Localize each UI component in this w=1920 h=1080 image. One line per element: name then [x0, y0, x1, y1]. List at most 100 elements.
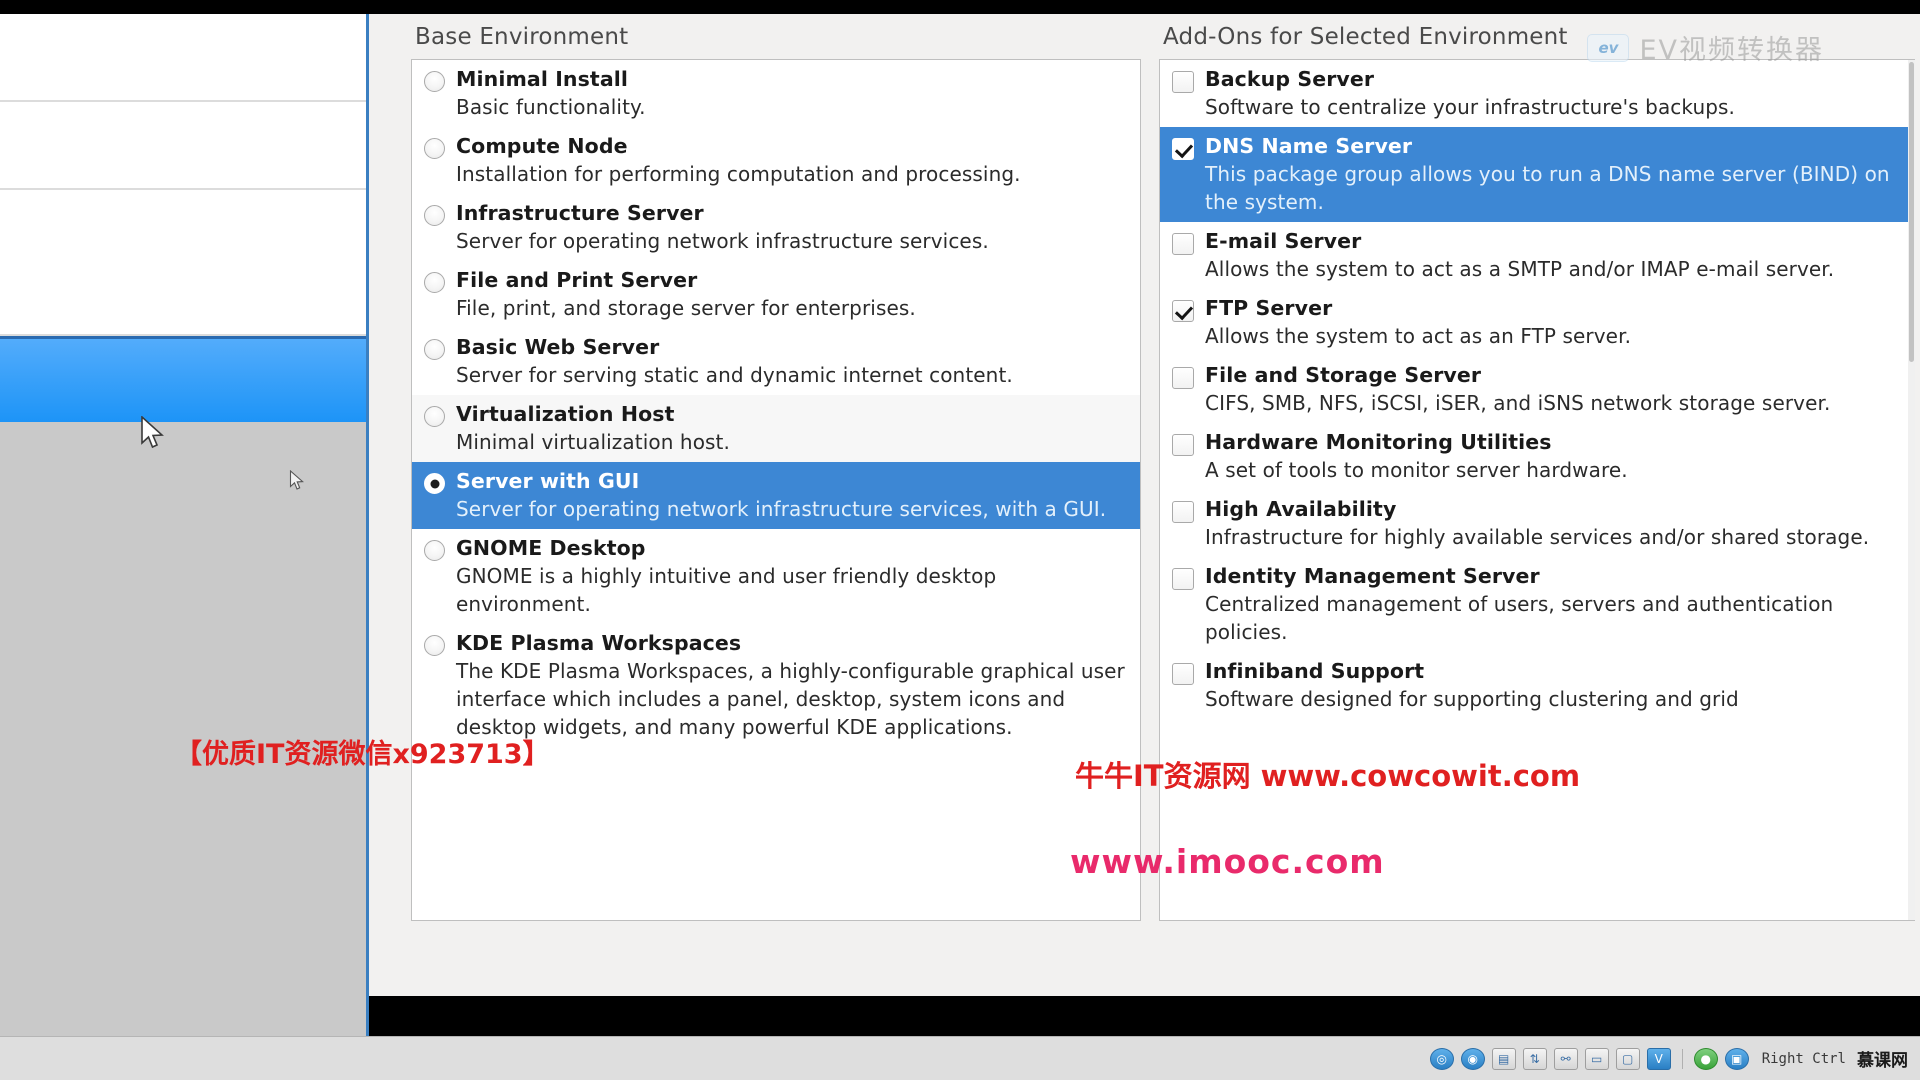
checkbox-icon[interactable] [1172, 501, 1194, 523]
list-item[interactable]: High Availability Infrastructure for hig… [1160, 490, 1915, 557]
list-item-desc: Installation for performing computation … [456, 162, 1021, 186]
radio-icon[interactable] [424, 71, 445, 92]
share-folder-icon[interactable]: ▭ [1584, 1047, 1609, 1070]
checkbox-icon[interactable] [1172, 663, 1194, 685]
list-item-title: DNS Name Server [1205, 134, 1413, 158]
base-environment-column: Base Environment Minimal Install Basic f… [369, 14, 1149, 944]
top-letterbox [0, 0, 1920, 14]
list-item[interactable]: File and Storage Server CIFS, SMB, NFS, … [1160, 356, 1915, 423]
checkbox-icon[interactable] [1172, 71, 1194, 93]
background-card-1 [0, 14, 366, 102]
list-item-title: Backup Server [1205, 67, 1375, 91]
background-card-3 [0, 190, 366, 336]
list-item-title: File and Print Server [456, 268, 698, 292]
list-item[interactable]: Infrastructure Server Server for operati… [412, 194, 1140, 261]
checkbox-icon-checked[interactable] [1172, 138, 1194, 160]
list-item-title: Infiniband Support [1205, 659, 1425, 683]
checkbox-icon[interactable] [1172, 434, 1194, 456]
background-selected-row[interactable] [0, 336, 366, 422]
list-item-desc: Server for operating network infrastruct… [456, 229, 989, 253]
addons-column: Add-Ons for Selected Environment Backup … [1149, 14, 1920, 944]
list-item-desc: Software to centralize your infrastructu… [1205, 95, 1736, 119]
list-item[interactable]: Backup Server Software to centralize you… [1160, 60, 1915, 127]
list-item-title: Identity Management Server [1205, 564, 1540, 588]
radio-icon[interactable] [424, 540, 445, 561]
list-item-title: Infrastructure Server [456, 201, 704, 225]
checkbox-icon[interactable] [1172, 367, 1194, 389]
addons-heading: Add-Ons for Selected Environment [1163, 24, 1568, 50]
list-item-desc: Server for serving static and dynamic in… [456, 363, 1013, 387]
base-environment-list[interactable]: Minimal Install Basic functionality. Com… [411, 59, 1141, 921]
list-item[interactable]: GNOME Desktop GNOME is a highly intuitiv… [412, 529, 1140, 624]
list-item[interactable]: FTP Server Allows the system to act as a… [1160, 289, 1915, 356]
radio-icon[interactable] [424, 339, 445, 360]
list-item-selected[interactable]: DNS Name Server This package group allow… [1160, 127, 1915, 222]
addons-scrollbar-thumb[interactable] [1909, 62, 1914, 362]
mouse-icon[interactable]: ● [1693, 1047, 1718, 1070]
list-item-title: High Availability [1205, 497, 1397, 521]
floppy-icon[interactable]: ▤ [1491, 1047, 1516, 1070]
list-item-desc: This package group allows you to run a D… [1205, 162, 1890, 214]
list-item-desc: Basic functionality. [456, 95, 646, 119]
list-item-title: GNOME Desktop [456, 536, 646, 560]
radio-icon[interactable] [424, 205, 445, 226]
list-item-title: Minimal Install [456, 67, 629, 91]
virtualbox-icon[interactable]: ▣ [1724, 1047, 1749, 1070]
background-window-left [0, 14, 366, 1072]
background-card-2 [0, 102, 366, 190]
list-item-desc: Server for operating network infrastruct… [456, 497, 1107, 521]
list-item-desc: Software designed for supporting cluster… [1205, 687, 1739, 711]
virtualbox-status-bar: ◎ ◉ ▤ ⇅ ⚯ ▭ ▢ V ● ▣ Right Ctrl 慕课网 [0, 1036, 1920, 1080]
addons-list[interactable]: Backup Server Software to centralize you… [1159, 59, 1915, 921]
list-item-title: Compute Node [456, 134, 628, 158]
list-item-desc: Infrastructure for highly available serv… [1205, 525, 1870, 549]
selection-columns: Base Environment Minimal Install Basic f… [369, 14, 1920, 944]
checkbox-icon[interactable] [1172, 233, 1194, 255]
checkbox-icon[interactable] [1172, 568, 1194, 590]
list-item-title: File and Storage Server [1205, 363, 1482, 387]
list-item-desc: Centralized management of users, servers… [1205, 592, 1834, 644]
radio-icon[interactable] [424, 635, 445, 656]
checkbox-icon-checked[interactable] [1172, 300, 1194, 322]
list-item-desc: GNOME is a highly intuitive and user fri… [456, 564, 997, 616]
network-icon[interactable]: ⇅ [1522, 1047, 1547, 1070]
list-item-title: KDE Plasma Workspaces [456, 631, 742, 655]
list-item-desc: Allows the system to act as an FTP serve… [1205, 324, 1632, 348]
list-item-title: Hardware Monitoring Utilities [1205, 430, 1552, 454]
list-item[interactable]: Hardware Monitoring Utilities A set of t… [1160, 423, 1915, 490]
list-item-selected[interactable]: Server with GUI Server for operating net… [412, 462, 1140, 529]
radio-icon[interactable] [424, 272, 445, 293]
list-item[interactable]: Infiniband Support Software designed for… [1160, 652, 1915, 719]
optical-disk-icon[interactable]: ◉ [1460, 1047, 1485, 1070]
imooc-cn-label: 慕课网 [1857, 1051, 1908, 1071]
radio-icon[interactable] [424, 138, 445, 159]
list-item-desc: CIFS, SMB, NFS, iSCSI, iSER, and iSNS ne… [1205, 391, 1831, 415]
display-icon[interactable]: ▢ [1615, 1047, 1640, 1070]
disk-icon[interactable]: ◎ [1429, 1047, 1454, 1070]
list-item[interactable]: Compute Node Installation for performing… [412, 127, 1140, 194]
list-item[interactable]: KDE Plasma Workspaces The KDE Plasma Wor… [412, 624, 1140, 747]
list-item-title: E-mail Server [1205, 229, 1362, 253]
list-item[interactable]: File and Print Server File, print, and s… [412, 261, 1140, 328]
list-item-desc: File, print, and storage server for ente… [456, 296, 916, 320]
list-item[interactable]: Minimal Install Basic functionality. [412, 60, 1140, 127]
addons-scrollbar[interactable] [1908, 60, 1915, 920]
radio-icon-selected[interactable] [424, 473, 445, 494]
host-key-label: Right Ctrl [1761, 1050, 1846, 1067]
list-item-desc: Allows the system to act as a SMTP and/o… [1205, 257, 1835, 281]
list-item[interactable]: Virtualization Host Minimal virtualizati… [412, 395, 1140, 462]
list-item-title: Basic Web Server [456, 335, 660, 359]
video-capture-icon[interactable]: V [1646, 1047, 1671, 1070]
list-item[interactable]: Identity Management Server Centralized m… [1160, 557, 1915, 652]
radio-icon[interactable] [424, 406, 445, 427]
base-environment-heading: Base Environment [415, 24, 629, 50]
background-empty-area [0, 422, 366, 1072]
statusbar-divider [1681, 1048, 1683, 1069]
list-item[interactable]: E-mail Server Allows the system to act a… [1160, 222, 1915, 289]
list-item[interactable]: Basic Web Server Server for serving stat… [412, 328, 1140, 395]
usb-icon[interactable]: ⚯ [1553, 1047, 1578, 1070]
anaconda-software-selection-window: Base Environment Minimal Install Basic f… [366, 14, 1920, 1036]
list-item-title: FTP Server [1205, 296, 1333, 320]
list-item-desc: Minimal virtualization host. [456, 430, 730, 454]
list-item-title: Server with GUI [456, 469, 640, 493]
